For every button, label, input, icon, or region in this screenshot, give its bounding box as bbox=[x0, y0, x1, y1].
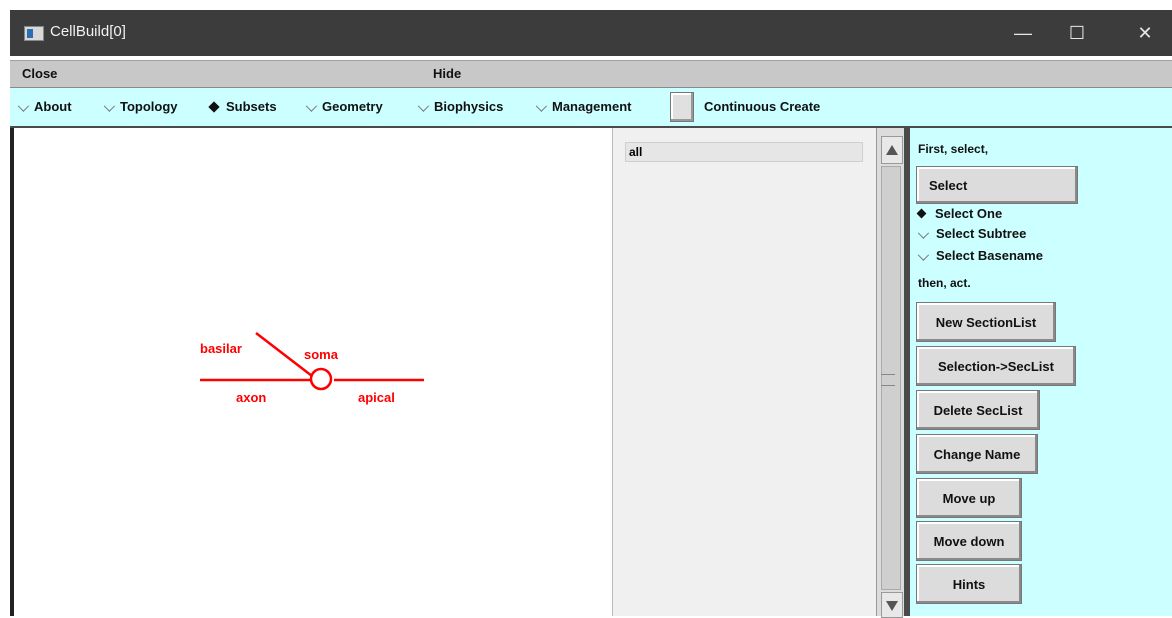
radio-select-subtree[interactable]: Select Subtree bbox=[918, 226, 1026, 241]
first-select-text: First, select, bbox=[918, 142, 989, 156]
control-panel: First, select, Select Select One Select … bbox=[910, 128, 1172, 616]
new-sectionlist-button[interactable]: New SectionList bbox=[916, 302, 1056, 342]
label-apical: apical bbox=[358, 390, 395, 405]
close-window-button[interactable]: ✕ bbox=[1122, 10, 1168, 56]
list-scrollbar[interactable] bbox=[876, 128, 905, 618]
radio-on-icon bbox=[916, 208, 927, 219]
minimize-icon: — bbox=[1014, 22, 1032, 43]
scroll-grip-icon[interactable] bbox=[881, 374, 895, 386]
radio-off-icon bbox=[536, 105, 546, 113]
tab-biophysics[interactable]: Biophysics bbox=[418, 99, 503, 114]
subset-list[interactable]: all bbox=[612, 128, 877, 616]
tab-topology[interactable]: Topology bbox=[104, 99, 178, 114]
menu-close[interactable]: Close bbox=[22, 66, 57, 81]
move-up-button[interactable]: Move up bbox=[916, 478, 1022, 518]
label-basilar: basilar bbox=[200, 341, 242, 356]
close-icon: ✕ bbox=[1137, 22, 1153, 43]
title-bar: CellBuild[0] — ☐ ✕ bbox=[10, 10, 1172, 56]
radio-off-icon bbox=[918, 254, 928, 262]
menu-bar: Close Hide bbox=[10, 60, 1172, 88]
radio-select-basename[interactable]: Select Basename bbox=[918, 248, 1043, 263]
maximize-icon: ☐ bbox=[1068, 22, 1086, 43]
window-title: CellBuild[0] bbox=[50, 23, 126, 40]
app-icon bbox=[24, 26, 44, 41]
soma-section bbox=[309, 367, 333, 391]
label-soma: soma bbox=[304, 347, 339, 362]
radio-off-icon bbox=[918, 232, 928, 240]
radio-off-icon bbox=[18, 105, 28, 113]
change-name-button[interactable]: Change Name bbox=[916, 434, 1038, 474]
section-toolbar: About Topology Subsets Geometry Biophysi… bbox=[10, 88, 1172, 128]
then-act-text: then, act. bbox=[918, 276, 971, 290]
scroll-down-icon[interactable] bbox=[881, 592, 903, 618]
tab-geometry[interactable]: Geometry bbox=[306, 99, 383, 114]
select-button[interactable]: Select bbox=[916, 166, 1078, 204]
minimize-button[interactable]: — bbox=[1000, 10, 1046, 56]
selection-to-seclist-button[interactable]: Selection->SecList bbox=[916, 346, 1076, 386]
tab-about[interactable]: About bbox=[18, 99, 72, 114]
radio-off-icon bbox=[104, 105, 114, 113]
delete-seclist-button[interactable]: Delete SecList bbox=[916, 390, 1040, 430]
continuous-create-label: Continuous Create bbox=[704, 99, 821, 114]
list-item[interactable]: all bbox=[625, 142, 863, 162]
radio-on-icon bbox=[208, 100, 220, 113]
tab-subsets[interactable]: Subsets bbox=[208, 99, 277, 114]
radio-select-one[interactable]: Select One bbox=[916, 206, 1002, 221]
scroll-up-icon[interactable] bbox=[881, 136, 903, 164]
maximize-button[interactable]: ☐ bbox=[1054, 10, 1100, 56]
move-down-button[interactable]: Move down bbox=[916, 521, 1022, 561]
menu-hide[interactable]: Hide bbox=[433, 66, 461, 81]
continuous-create-checkbox[interactable] bbox=[670, 92, 694, 122]
radio-off-icon bbox=[306, 105, 316, 113]
radio-off-icon bbox=[418, 105, 428, 113]
tab-management[interactable]: Management bbox=[536, 99, 631, 114]
cell-topology-drawing: basilar soma axon apical bbox=[200, 332, 424, 405]
hints-button[interactable]: Hints bbox=[916, 564, 1022, 604]
label-axon: axon bbox=[236, 390, 266, 405]
topology-canvas[interactable]: basilar soma axon apical bbox=[14, 128, 612, 616]
